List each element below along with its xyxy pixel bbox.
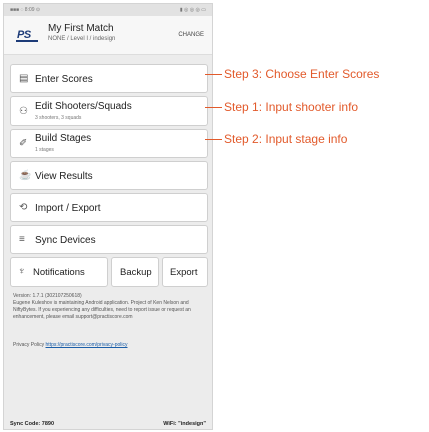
enter-scores-label: Enter Scores bbox=[35, 74, 93, 85]
notifications-label: Notifications bbox=[33, 267, 85, 278]
view-results-button[interactable]: ☕ View Results bbox=[10, 161, 208, 190]
phone-screen: ■■■ ◌ 8:09 ⊙ ▮ ◎ ◎ ◎ ▭ PS My First Match… bbox=[3, 3, 213, 430]
logo-underline bbox=[16, 40, 38, 42]
change-match-button[interactable]: CHANGE bbox=[178, 32, 204, 38]
match-subtitle: NONE / Level I / indesign bbox=[48, 36, 116, 42]
step2-connector bbox=[205, 139, 222, 140]
privacy-policy: Privacy Policy https://practiscore.com/p… bbox=[13, 342, 128, 348]
people-icon: ⚇ bbox=[19, 106, 28, 117]
refresh-icon: ⟲ bbox=[19, 202, 28, 213]
backup-label: Backup bbox=[120, 267, 152, 278]
privacy-link[interactable]: https://practiscore.com/privacy-policy bbox=[46, 342, 128, 348]
calculator-icon: ▤ bbox=[19, 73, 29, 84]
step3-annotation: Step 3: Choose Enter Scores bbox=[224, 67, 380, 81]
backup-button[interactable]: Backup bbox=[111, 257, 159, 287]
export-button[interactable]: Export bbox=[162, 257, 208, 287]
enter-scores-button[interactable]: ▤ Enter Scores bbox=[10, 64, 208, 93]
sync-devices-button[interactable]: ≡ Sync Devices bbox=[10, 225, 208, 254]
view-results-label: View Results bbox=[35, 171, 93, 182]
status-bar: ■■■ ◌ 8:09 ⊙ ▮ ◎ ◎ ◎ ▭ bbox=[4, 4, 212, 16]
version-info: Version: 1.7.1 (302107250618) Eugene Kul… bbox=[13, 293, 209, 321]
step1-connector bbox=[205, 107, 222, 108]
import-export-label: Import / Export bbox=[35, 203, 101, 214]
step1-annotation: Step 1: Input shooter info bbox=[224, 100, 359, 114]
wifi-icon: ≡ bbox=[19, 234, 25, 245]
trophy-icon: ☕ bbox=[19, 170, 32, 181]
notifications-button[interactable]: ♆ Notifications bbox=[10, 257, 108, 287]
pencil-icon: ✐ bbox=[19, 138, 28, 149]
sync-devices-label: Sync Devices bbox=[35, 235, 96, 246]
match-header: PS My First Match NONE / Level I / indes… bbox=[4, 16, 212, 55]
wifi-status: WiFi: "indesign" bbox=[163, 421, 206, 427]
privacy-label: Privacy Policy bbox=[13, 342, 45, 348]
edit-shooters-label: Edit Shooters/Squads bbox=[35, 101, 132, 112]
version-description: Eugene Kuleshov is maintaining Android a… bbox=[13, 300, 191, 320]
status-right: ▮ ◎ ◎ ◎ ▭ bbox=[179, 7, 206, 13]
sync-code: Sync Code: 7890 bbox=[10, 421, 55, 427]
step2-annotation: Step 2: Input stage info bbox=[224, 132, 348, 146]
status-left: ■■■ ◌ 8:09 ⊙ bbox=[10, 7, 41, 13]
edit-shooters-sub: 3 shooters, 3 squads bbox=[35, 115, 82, 121]
step3-connector bbox=[205, 74, 222, 75]
match-title: My First Match bbox=[48, 23, 114, 34]
export-label: Export bbox=[170, 267, 198, 278]
bell-icon: ♆ bbox=[18, 266, 26, 277]
edit-shooters-button[interactable]: ⚇ Edit Shooters/Squads 3 shooters, 3 squ… bbox=[10, 96, 208, 126]
build-stages-sub: 1 stages bbox=[35, 147, 54, 153]
build-stages-label: Build Stages bbox=[35, 133, 92, 144]
version-number: Version: 1.7.1 (302107250618) bbox=[13, 293, 82, 299]
import-export-button[interactable]: ⟲ Import / Export bbox=[10, 193, 208, 222]
build-stages-button[interactable]: ✐ Build Stages 1 stages bbox=[10, 129, 208, 158]
